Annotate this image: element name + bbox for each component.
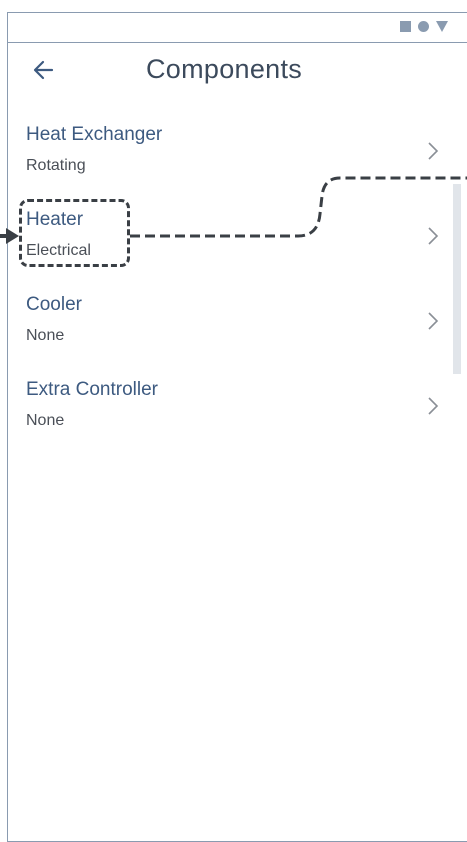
status-icons bbox=[400, 21, 448, 32]
back-button[interactable] bbox=[30, 56, 58, 84]
chevron-right-icon bbox=[428, 227, 439, 245]
item-subtitle: None bbox=[26, 327, 65, 344]
list-item-extra-controller[interactable]: Extra Controller None bbox=[26, 379, 446, 449]
circle-icon bbox=[418, 21, 429, 32]
item-title: Heat Exchanger bbox=[26, 124, 163, 145]
status-bar bbox=[8, 13, 467, 43]
triangle-icon bbox=[436, 21, 448, 32]
list-item-cooler[interactable]: Cooler None bbox=[26, 294, 446, 364]
chevron-right-icon bbox=[428, 397, 439, 415]
item-title: Extra Controller bbox=[26, 379, 158, 400]
item-title: Cooler bbox=[26, 294, 82, 315]
arrow-left-icon bbox=[33, 60, 54, 80]
square-icon bbox=[400, 21, 411, 32]
chevron-right-icon bbox=[428, 312, 439, 330]
item-subtitle: None bbox=[26, 412, 65, 429]
annotation-highlight-box bbox=[19, 199, 130, 267]
page-title: Components bbox=[146, 54, 303, 84]
scrollbar[interactable] bbox=[453, 184, 461, 374]
chevron-right-icon bbox=[428, 142, 439, 160]
item-subtitle: Rotating bbox=[26, 157, 86, 174]
list-item-heat-exchanger[interactable]: Heat Exchanger Rotating bbox=[26, 124, 446, 194]
